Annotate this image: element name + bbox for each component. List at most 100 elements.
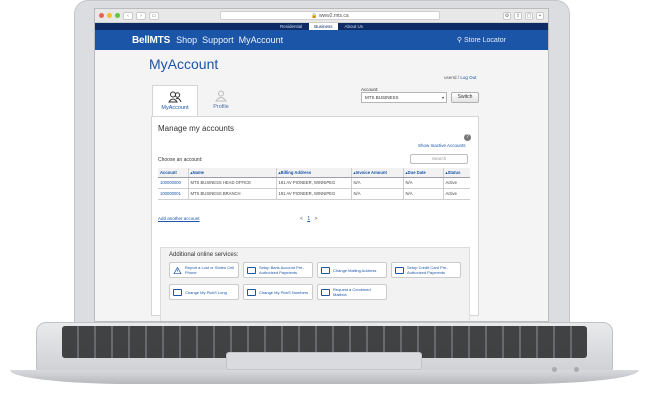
account-select[interactable]: MTS BUSINESS ▾ [361,92,447,103]
show-inactive-link[interactable]: Show Inactive Accounts [418,143,466,148]
column-header-account[interactable]: Account [158,168,189,178]
cell-name: MTS BUSINESS HEAD OFFICE [188,177,277,189]
service-combined-mailbox[interactable]: Request a Combined Mailbox [317,284,387,300]
address-bar[interactable]: 🔒 www2.mts.ca [220,11,440,20]
laptop-trackpad [226,352,422,370]
new-tab-icon[interactable]: + [536,11,544,20]
account-select-value: MTS BUSINESS [365,95,399,100]
column-header-billing-address-label: Billing Address [280,169,312,175]
table-header-row: Account ▴Name ▴Billing Address ▴Invoice … [158,168,470,178]
page-title: MyAccount [149,56,219,72]
store-locator-label: Store Locator [463,37,506,44]
browser-toolbar: ‹ › ▭ 🔒 www2.mts.ca ⚙ ⇪ ▢ + [95,9,548,23]
laptop-foot [574,367,579,372]
bank-icon [247,266,256,274]
laptop-foot [552,367,557,372]
column-header-invoice-amount-label: Invoice Amount [355,169,387,175]
credit-card-icon [395,266,404,274]
add-account-link[interactable]: Add another account [158,216,200,221]
column-header-billing-address[interactable]: ▴Billing Address [276,168,352,178]
column-header-due-date[interactable]: ▴Due Date [403,168,444,178]
tab-myaccount-label: MyAccount [161,105,189,111]
accounts-table: Account ▴Name ▴Billing Address ▴Invoice … [158,168,470,200]
location-pin-icon: ⚲ [456,37,463,44]
column-header-invoice-amount[interactable]: ▴Invoice Amount [351,168,404,178]
service-report-lost-phone[interactable]: Report a Lost or Stolen Cell Phone [169,262,239,278]
online-services-panel: Additional online services: Report a Los… [160,247,470,321]
choose-account-label: Choose an account: [158,157,203,163]
minimize-window-icon[interactable] [107,13,112,18]
store-locator-link[interactable]: ⚲ Store Locator [457,36,506,44]
maximize-window-icon[interactable] [115,13,120,18]
cell-billing-address: 191 AV PIONEER, WINNIPEG [276,177,352,189]
column-header-due-date-label: Due Date [407,169,426,175]
warning-icon [173,266,182,274]
chevron-down-icon: ▾ [441,95,444,100]
user-id: userId [444,75,457,80]
logout-link[interactable]: Log Out [460,75,476,80]
cell-billing-address: 191 AV PIONEER, WINNIPEG [276,188,352,200]
manage-accounts-panel: Manage my accounts ? Show Inactive Accou… [151,116,479,321]
bellmts-logo[interactable]: BellMTS [132,35,170,46]
service-change-mailing-address[interactable]: Change Mailing Address [317,262,387,278]
search-input[interactable]: Search [410,154,468,164]
segment-tab-about-us[interactable]: About Us [340,23,369,30]
switch-button[interactable]: Switch [451,92,479,103]
segment-tab-business[interactable]: Business [309,23,338,30]
segment-tab-residential[interactable]: Residential [275,23,307,30]
service-bank-preauth[interactable]: Setup Bank Account Pre-Authorized Paymen… [243,262,313,278]
mail-icon [321,266,330,274]
table-row[interactable]: 100000001 MTS BUSINESS BRANCH 191 AV PIO… [158,188,470,200]
nav-shop[interactable]: Shop [176,35,197,45]
service-label: Change Mailing Address [333,267,377,273]
tab-profile[interactable]: Profile [202,85,240,117]
cell-account[interactable]: 100000001 [158,188,189,200]
table-row[interactable]: 100000000 MTS BUSINESS HEAD OFFICE 191 A… [158,177,470,189]
laptop-base-edge [10,370,639,384]
service-label: Request a Combined Mailbox [333,287,371,297]
services-title: Additional online services: [169,252,239,258]
share-icon[interactable]: ⇪ [514,11,522,20]
service-picks-long[interactable]: Change My PickS Long [169,284,239,300]
nav-support[interactable]: Support [202,35,234,45]
pager-page-1[interactable]: 1 [307,216,310,222]
phone-icon [247,288,256,296]
phone-icon [173,288,182,296]
nav-myaccount[interactable]: MyAccount [239,35,284,45]
service-credit-card-preauth[interactable]: Setup Credit Card Pre-Authorized Payment… [391,262,461,278]
pager-prev[interactable]: < [300,216,303,222]
column-header-status-label: Status [447,169,461,175]
cell-status: Active [443,188,470,200]
cell-invoice-amount: N/A [351,177,404,189]
service-label: Change My PickS Long [185,289,227,295]
column-header-name[interactable]: ▴Name [188,168,277,178]
user-links: userId / Log Out [444,75,476,80]
cell-due-date: N/A [403,177,444,189]
cell-name: MTS BUSINESS BRANCH [188,188,277,200]
users-icon [168,91,182,103]
column-header-status[interactable]: ▴Status [443,168,470,178]
service-label: Setup Bank Account Pre-Authorized Paymen… [259,265,304,275]
laptop-screen: ‹ › ▭ 🔒 www2.mts.ca ⚙ ⇪ ▢ + Residential … [94,8,549,322]
settings-icon[interactable]: ⚙ [503,11,511,20]
cell-status: Active [443,177,470,189]
help-icon[interactable]: ? [464,134,471,141]
pagination: < 1 > [300,216,317,222]
panel-title: Manage my accounts [158,124,235,133]
sidebar-icon[interactable]: ▭ [149,11,159,20]
top-segment-nav: Residential Business About Us [95,23,548,30]
forward-icon[interactable]: › [136,11,146,20]
user-links-separator: / [457,75,460,80]
column-header-name-label: Name [192,169,205,175]
address-bar-url: www2.mts.ca [318,13,349,19]
service-picks-numbers[interactable]: Change My PickS Numbers [243,284,313,300]
tab-myaccount[interactable]: MyAccount [152,85,198,117]
back-icon[interactable]: ‹ [123,11,133,20]
cell-invoice-amount: N/A [351,188,404,200]
tab-profile-label: Profile [213,104,229,110]
close-window-icon[interactable] [99,13,104,18]
cell-account[interactable]: 100000000 [158,177,189,189]
pager-next[interactable]: > [314,216,317,222]
mailbox-icon [321,288,330,296]
tabs-icon[interactable]: ▢ [525,11,533,20]
